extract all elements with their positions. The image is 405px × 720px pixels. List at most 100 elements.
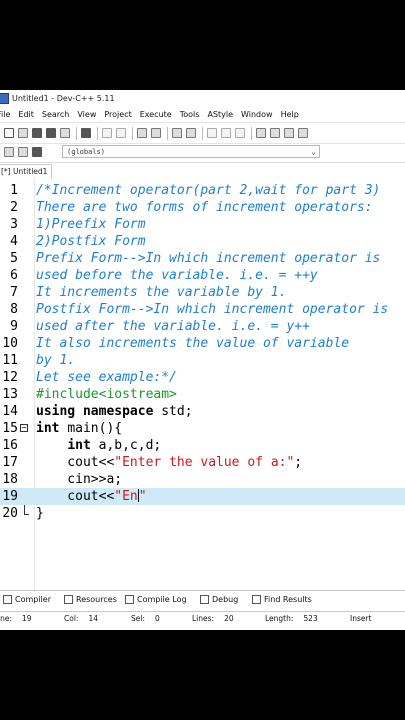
chevron-down-icon[interactable]: ⌄ bbox=[311, 146, 316, 158]
code-token: Let see example:*/ bbox=[36, 370, 177, 385]
menu-edit[interactable]: Edit bbox=[18, 110, 34, 119]
class-browser-icon[interactable] bbox=[4, 147, 14, 157]
title-bar: Untitled1 - Dev-C++ 5.11 bbox=[0, 90, 405, 107]
menu-help[interactable]: Help bbox=[281, 110, 299, 119]
code-line[interactable]: 1 /*Increment operator(part 2,wait for pa… bbox=[0, 182, 405, 199]
code-token: cout<< bbox=[36, 455, 115, 470]
goto-definition-icon[interactable] bbox=[32, 147, 42, 157]
globals-combo[interactable]: (globals) ⌄ bbox=[62, 145, 320, 158]
code-token: 2)Postfix Form bbox=[36, 234, 146, 249]
code-text: It increments the variable by 1. bbox=[36, 284, 286, 301]
compile-run-icon[interactable] bbox=[284, 128, 294, 138]
line-number: 2 bbox=[10, 200, 18, 215]
code-line[interactable]: 9 used after the variable. i.e. = y++ bbox=[0, 318, 405, 335]
menu-execute[interactable]: Execute bbox=[140, 110, 172, 119]
code-line[interactable]: 2 There are two forms of increment operat… bbox=[0, 199, 405, 216]
code-line[interactable]: 14 using namespace std; bbox=[0, 403, 405, 420]
code-token: main(){ bbox=[67, 421, 123, 436]
code-token: It also increments the value of variable bbox=[36, 336, 350, 351]
code-token: cout<< bbox=[36, 489, 115, 504]
forward-icon[interactable] bbox=[221, 128, 231, 138]
toolbar-separator bbox=[132, 126, 133, 140]
menu-search[interactable]: Search bbox=[42, 110, 69, 119]
rebuild-icon[interactable] bbox=[298, 128, 308, 138]
fold-toggle-icon[interactable]: − bbox=[20, 424, 28, 432]
resources-icon bbox=[64, 595, 73, 604]
bookmark-icon[interactable] bbox=[235, 128, 245, 138]
line-number: 15 bbox=[2, 421, 18, 436]
code-editor[interactable]: 1 /*Increment operator(part 2,wait for pa… bbox=[0, 179, 405, 592]
tab-compiler-label: Compiler bbox=[15, 595, 52, 604]
code-token: "En bbox=[114, 489, 138, 504]
back-icon[interactable] bbox=[207, 128, 217, 138]
menu-view[interactable]: View bbox=[77, 110, 96, 119]
find-icon[interactable] bbox=[137, 128, 147, 138]
tab-compiler[interactable]: Compiler bbox=[3, 595, 51, 604]
run-icon[interactable] bbox=[270, 128, 280, 138]
code-line[interactable]: 11 by 1. bbox=[0, 352, 405, 369]
code-text: used before the variable. i.e. = ++y bbox=[36, 267, 318, 284]
code-line[interactable]: 8 Postfix Form-->In which increment opera… bbox=[0, 301, 405, 318]
unindent-icon[interactable] bbox=[186, 128, 196, 138]
new-file-icon[interactable] bbox=[4, 128, 14, 138]
code-token: Postfix Form-->In which increment operat… bbox=[36, 302, 389, 317]
code-text: 2)Postfix Form bbox=[36, 233, 146, 250]
status-line-label: ine: bbox=[0, 614, 12, 623]
code-line[interactable]: 10 It also increments the value of variab… bbox=[0, 335, 405, 352]
code-token: #include<iostream> bbox=[36, 387, 177, 402]
code-line[interactable]: 20} bbox=[0, 505, 405, 522]
tab-find-results[interactable]: Find Results bbox=[252, 595, 312, 604]
code-line[interactable]: 16 int a,b,c,d; bbox=[0, 437, 405, 454]
replace-icon[interactable] bbox=[151, 128, 161, 138]
tab-compile-log[interactable]: Compile Log bbox=[125, 595, 187, 604]
bottom-panel-tabs: Compiler Resources Compile Log Debug Fin… bbox=[0, 590, 405, 612]
code-line[interactable]: 17 cout<<"Enter the value of a:"; bbox=[0, 454, 405, 471]
code-token: 1)Preefix Form bbox=[36, 217, 146, 232]
menu-astyle[interactable]: AStyle bbox=[207, 110, 233, 119]
tab-resources[interactable]: Resources bbox=[64, 595, 117, 604]
redo-icon[interactable] bbox=[116, 128, 126, 138]
print-icon[interactable] bbox=[81, 128, 91, 138]
line-number: 3 bbox=[10, 217, 18, 232]
code-line[interactable]: 12 Let see example:*/ bbox=[0, 369, 405, 386]
code-line[interactable]: 7 It increments the variable by 1. bbox=[0, 284, 405, 301]
menu-bar: File Edit Search View Project Execute To… bbox=[0, 107, 405, 122]
code-line[interactable]: 18 cin>>a; bbox=[0, 471, 405, 488]
editor-tabs: [*] Untitled1 bbox=[0, 162, 405, 180]
code-line[interactable]: 5 Prefix Form-->In which increment operat… bbox=[0, 250, 405, 267]
code-line[interactable]: 4 2)Postfix Form bbox=[0, 233, 405, 250]
code-line[interactable]: 15− int main(){ bbox=[0, 420, 405, 437]
code-text: Postfix Form-->In which increment operat… bbox=[36, 301, 388, 318]
tab-untitled1[interactable]: [*] Untitled1 bbox=[0, 164, 53, 179]
compile-icon[interactable] bbox=[256, 128, 266, 138]
line-number: 20 bbox=[2, 506, 18, 521]
menu-project[interactable]: Project bbox=[104, 110, 131, 119]
code-text: cin>>a; bbox=[36, 471, 122, 488]
indent-icon[interactable] bbox=[172, 128, 182, 138]
globals-combo-value: (globals) bbox=[67, 148, 105, 156]
toolbar-separator bbox=[76, 126, 77, 140]
line-number: 8 bbox=[10, 302, 18, 317]
save-icon[interactable] bbox=[32, 128, 42, 138]
save-all-icon[interactable] bbox=[46, 128, 56, 138]
line-number: 4 bbox=[10, 234, 18, 249]
new-class-icon[interactable] bbox=[18, 147, 28, 157]
menu-tools[interactable]: Tools bbox=[180, 110, 200, 119]
open-file-icon[interactable] bbox=[18, 128, 28, 138]
code-line[interactable]: 6 used before the variable. i.e. = ++y bbox=[0, 267, 405, 284]
code-token: " bbox=[138, 489, 147, 504]
close-file-icon[interactable] bbox=[60, 128, 70, 138]
code-line[interactable]: 19 cout<<"En" bbox=[0, 488, 405, 505]
menu-file[interactable]: File bbox=[0, 110, 10, 119]
code-line[interactable]: 13 #include<iostream> bbox=[0, 386, 405, 403]
menu-window[interactable]: Window bbox=[241, 110, 273, 119]
undo-icon[interactable] bbox=[102, 128, 112, 138]
code-line[interactable]: 3 1)Preefix Form bbox=[0, 216, 405, 233]
toolbar-separator bbox=[167, 126, 168, 140]
status-line: ine: 19 bbox=[0, 614, 32, 623]
compiler-icon bbox=[3, 595, 12, 604]
code-text: /*Increment operator(part 2,wait for par… bbox=[36, 182, 380, 199]
tab-debug[interactable]: Debug bbox=[200, 595, 238, 604]
code-text: Prefix Form-->In which increment operato… bbox=[36, 250, 380, 267]
status-bar: ine:19 Col:14 Sel:0 Lines:20 Length:523 … bbox=[0, 612, 405, 626]
